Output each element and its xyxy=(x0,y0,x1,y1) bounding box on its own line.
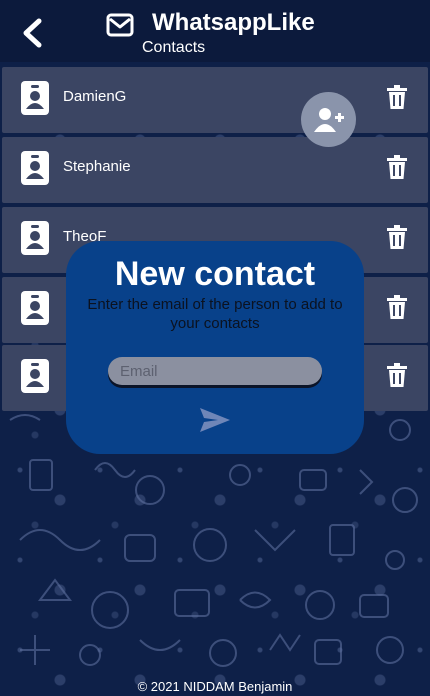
trash-icon[interactable] xyxy=(386,155,408,179)
footer: © 2021 NIDDAM Benjamin xyxy=(0,677,430,696)
app-header: WhatsappLike Contacts xyxy=(0,0,430,62)
app-title: WhatsappLike xyxy=(152,9,315,36)
modal-title: New contact xyxy=(114,255,316,293)
id-badge-icon xyxy=(21,221,49,255)
trash-icon[interactable] xyxy=(386,295,408,319)
trash-icon[interactable] xyxy=(386,85,408,109)
new-contact-modal: New contact Enter the email of the perso… xyxy=(66,241,364,454)
id-badge-icon xyxy=(21,291,49,325)
page-subtitle: Contacts xyxy=(142,39,206,56)
email-input[interactable] xyxy=(108,357,322,385)
id-badge-icon xyxy=(21,359,49,393)
envelope-icon xyxy=(106,13,134,37)
user-plus-icon xyxy=(313,107,344,132)
back-chevron-icon[interactable] xyxy=(18,16,48,50)
contact-name: Stephanie xyxy=(63,158,131,175)
copyright-text: © 2021 NIDDAM Benjamin xyxy=(137,679,293,694)
paper-plane-icon[interactable] xyxy=(198,406,232,434)
trash-icon[interactable] xyxy=(386,225,408,249)
add-contact-button[interactable] xyxy=(301,92,356,147)
contact-row[interactable]: DamienG xyxy=(2,67,428,133)
id-badge-icon xyxy=(21,151,49,185)
contact-row[interactable]: Stephanie xyxy=(2,137,428,203)
id-badge-icon xyxy=(21,81,49,115)
modal-description: Enter the email of the person to add to … xyxy=(87,296,343,332)
trash-icon[interactable] xyxy=(386,363,408,387)
contact-name: DamienG xyxy=(63,88,127,105)
